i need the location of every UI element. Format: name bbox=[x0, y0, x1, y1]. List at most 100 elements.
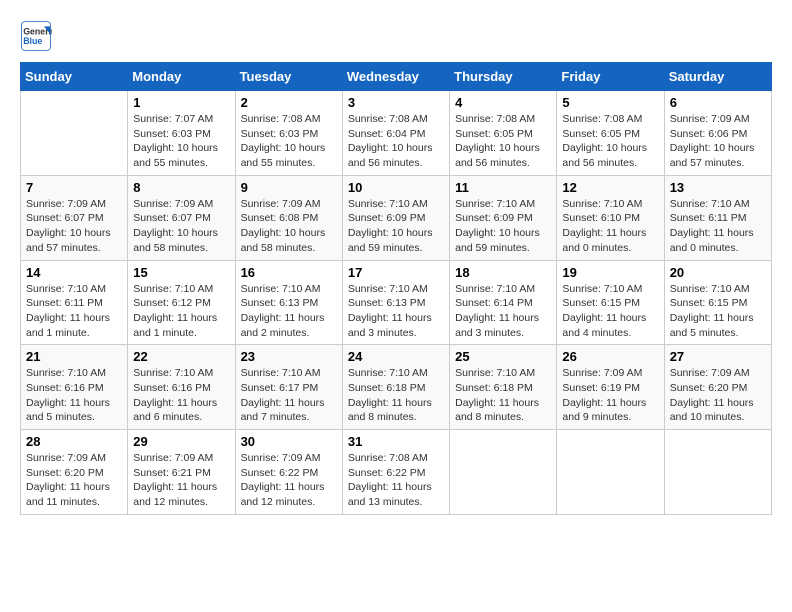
day-number: 24 bbox=[348, 349, 444, 364]
calendar-header-row: SundayMondayTuesdayWednesdayThursdayFrid… bbox=[21, 63, 772, 91]
page-header: General Blue bbox=[20, 20, 772, 52]
day-info: Sunrise: 7:10 AM Sunset: 6:15 PM Dayligh… bbox=[670, 282, 766, 341]
calendar-cell: 20 Sunrise: 7:10 AM Sunset: 6:15 PM Dayli… bbox=[664, 260, 771, 345]
calendar-cell: 22 Sunrise: 7:10 AM Sunset: 6:16 PM Dayli… bbox=[128, 345, 235, 430]
calendar-cell: 5 Sunrise: 7:08 AM Sunset: 6:05 PM Daylig… bbox=[557, 91, 664, 176]
calendar-cell: 25Sunrise: 7:10 AM Sunset: 6:18 PM Dayli… bbox=[450, 345, 557, 430]
day-info: Sunrise: 7:09 AM Sunset: 6:07 PM Dayligh… bbox=[26, 197, 122, 256]
day-info: Sunrise: 7:09 AM Sunset: 6:22 PM Dayligh… bbox=[241, 451, 337, 510]
calendar-cell: 14Sunrise: 7:10 AM Sunset: 6:11 PM Dayli… bbox=[21, 260, 128, 345]
day-number: 19 bbox=[562, 265, 658, 280]
day-info: Sunrise: 7:07 AM Sunset: 6:03 PM Dayligh… bbox=[133, 112, 229, 171]
day-info: Sunrise: 7:10 AM Sunset: 6:09 PM Dayligh… bbox=[348, 197, 444, 256]
calendar-cell: 13 Sunrise: 7:10 AM Sunset: 6:11 PM Dayli… bbox=[664, 175, 771, 260]
day-info: Sunrise: 7:10 AM Sunset: 6:18 PM Dayligh… bbox=[348, 366, 444, 425]
calendar-cell: 21 Sunrise: 7:10 AM Sunset: 6:16 PM Dayli… bbox=[21, 345, 128, 430]
day-info: Sunrise: 7:10 AM Sunset: 6:14 PM Dayligh… bbox=[455, 282, 551, 341]
calendar-cell: 17 Sunrise: 7:10 AM Sunset: 6:13 PM Dayli… bbox=[342, 260, 449, 345]
calendar-week-row: 14Sunrise: 7:10 AM Sunset: 6:11 PM Dayli… bbox=[21, 260, 772, 345]
svg-text:Blue: Blue bbox=[23, 36, 42, 46]
day-number: 17 bbox=[348, 265, 444, 280]
day-info: Sunrise: 7:08 AM Sunset: 6:05 PM Dayligh… bbox=[455, 112, 551, 171]
calendar-week-row: 1 Sunrise: 7:07 AM Sunset: 6:03 PM Daylig… bbox=[21, 91, 772, 176]
weekday-header-saturday: Saturday bbox=[664, 63, 771, 91]
day-info: Sunrise: 7:09 AM Sunset: 6:07 PM Dayligh… bbox=[133, 197, 229, 256]
day-info: Sunrise: 7:10 AM Sunset: 6:17 PM Dayligh… bbox=[241, 366, 337, 425]
calendar-cell: 4 Sunrise: 7:08 AM Sunset: 6:05 PM Daylig… bbox=[450, 91, 557, 176]
day-number: 5 bbox=[562, 95, 658, 110]
day-info: Sunrise: 7:09 AM Sunset: 6:06 PM Dayligh… bbox=[670, 112, 766, 171]
day-number: 4 bbox=[455, 95, 551, 110]
day-number: 23 bbox=[241, 349, 337, 364]
day-number: 13 bbox=[670, 180, 766, 195]
day-info: Sunrise: 7:10 AM Sunset: 6:16 PM Dayligh… bbox=[133, 366, 229, 425]
weekday-header-sunday: Sunday bbox=[21, 63, 128, 91]
calendar-week-row: 28 Sunrise: 7:09 AM Sunset: 6:20 PM Dayli… bbox=[21, 430, 772, 515]
day-number: 28 bbox=[26, 434, 122, 449]
day-number: 10 bbox=[348, 180, 444, 195]
calendar-cell bbox=[664, 430, 771, 515]
calendar-cell: 11 Sunrise: 7:10 AM Sunset: 6:09 PM Dayli… bbox=[450, 175, 557, 260]
calendar-week-row: 21 Sunrise: 7:10 AM Sunset: 6:16 PM Dayli… bbox=[21, 345, 772, 430]
day-number: 21 bbox=[26, 349, 122, 364]
weekday-header-friday: Friday bbox=[557, 63, 664, 91]
calendar-cell: 18 Sunrise: 7:10 AM Sunset: 6:14 PM Dayli… bbox=[450, 260, 557, 345]
calendar-cell: 31 Sunrise: 7:08 AM Sunset: 6:22 PM Dayli… bbox=[342, 430, 449, 515]
day-info: Sunrise: 7:09 AM Sunset: 6:19 PM Dayligh… bbox=[562, 366, 658, 425]
day-number: 3 bbox=[348, 95, 444, 110]
calendar-cell: 12 Sunrise: 7:10 AM Sunset: 6:10 PM Dayli… bbox=[557, 175, 664, 260]
day-info: Sunrise: 7:10 AM Sunset: 6:13 PM Dayligh… bbox=[241, 282, 337, 341]
day-info: Sunrise: 7:10 AM Sunset: 6:16 PM Dayligh… bbox=[26, 366, 122, 425]
day-number: 29 bbox=[133, 434, 229, 449]
day-info: Sunrise: 7:10 AM Sunset: 6:10 PM Dayligh… bbox=[562, 197, 658, 256]
day-number: 31 bbox=[348, 434, 444, 449]
calendar-cell: 1 Sunrise: 7:07 AM Sunset: 6:03 PM Daylig… bbox=[128, 91, 235, 176]
logo-icon: General Blue bbox=[20, 20, 52, 52]
weekday-header-monday: Monday bbox=[128, 63, 235, 91]
calendar-table: SundayMondayTuesdayWednesdayThursdayFrid… bbox=[20, 62, 772, 515]
calendar-cell: 16 Sunrise: 7:10 AM Sunset: 6:13 PM Dayli… bbox=[235, 260, 342, 345]
day-info: Sunrise: 7:08 AM Sunset: 6:22 PM Dayligh… bbox=[348, 451, 444, 510]
day-number: 1 bbox=[133, 95, 229, 110]
day-number: 22 bbox=[133, 349, 229, 364]
day-info: Sunrise: 7:08 AM Sunset: 6:03 PM Dayligh… bbox=[241, 112, 337, 171]
calendar-cell: 23 Sunrise: 7:10 AM Sunset: 6:17 PM Dayli… bbox=[235, 345, 342, 430]
day-number: 18 bbox=[455, 265, 551, 280]
calendar-cell: 28 Sunrise: 7:09 AM Sunset: 6:20 PM Dayli… bbox=[21, 430, 128, 515]
calendar-cell: 7Sunrise: 7:09 AM Sunset: 6:07 PM Daylig… bbox=[21, 175, 128, 260]
calendar-cell: 6Sunrise: 7:09 AM Sunset: 6:06 PM Daylig… bbox=[664, 91, 771, 176]
day-info: Sunrise: 7:09 AM Sunset: 6:20 PM Dayligh… bbox=[26, 451, 122, 510]
day-info: Sunrise: 7:08 AM Sunset: 6:04 PM Dayligh… bbox=[348, 112, 444, 171]
day-info: Sunrise: 7:10 AM Sunset: 6:13 PM Dayligh… bbox=[348, 282, 444, 341]
calendar-cell bbox=[450, 430, 557, 515]
calendar-cell bbox=[21, 91, 128, 176]
calendar-cell: 19Sunrise: 7:10 AM Sunset: 6:15 PM Dayli… bbox=[557, 260, 664, 345]
day-number: 11 bbox=[455, 180, 551, 195]
calendar-cell: 3 Sunrise: 7:08 AM Sunset: 6:04 PM Daylig… bbox=[342, 91, 449, 176]
day-number: 8 bbox=[133, 180, 229, 195]
calendar-cell: 24 Sunrise: 7:10 AM Sunset: 6:18 PM Dayli… bbox=[342, 345, 449, 430]
day-info: Sunrise: 7:09 AM Sunset: 6:21 PM Dayligh… bbox=[133, 451, 229, 510]
day-number: 14 bbox=[26, 265, 122, 280]
day-number: 9 bbox=[241, 180, 337, 195]
calendar-cell: 30Sunrise: 7:09 AM Sunset: 6:22 PM Dayli… bbox=[235, 430, 342, 515]
calendar-cell: 2 Sunrise: 7:08 AM Sunset: 6:03 PM Daylig… bbox=[235, 91, 342, 176]
day-info: Sunrise: 7:10 AM Sunset: 6:09 PM Dayligh… bbox=[455, 197, 551, 256]
calendar-week-row: 7Sunrise: 7:09 AM Sunset: 6:07 PM Daylig… bbox=[21, 175, 772, 260]
day-number: 15 bbox=[133, 265, 229, 280]
day-info: Sunrise: 7:10 AM Sunset: 6:18 PM Dayligh… bbox=[455, 366, 551, 425]
calendar-cell bbox=[557, 430, 664, 515]
calendar-cell: 9 Sunrise: 7:09 AM Sunset: 6:08 PM Daylig… bbox=[235, 175, 342, 260]
day-info: Sunrise: 7:09 AM Sunset: 6:20 PM Dayligh… bbox=[670, 366, 766, 425]
day-number: 12 bbox=[562, 180, 658, 195]
day-number: 16 bbox=[241, 265, 337, 280]
day-number: 20 bbox=[670, 265, 766, 280]
day-number: 2 bbox=[241, 95, 337, 110]
calendar-cell: 27Sunrise: 7:09 AM Sunset: 6:20 PM Dayli… bbox=[664, 345, 771, 430]
weekday-header-tuesday: Tuesday bbox=[235, 63, 342, 91]
day-info: Sunrise: 7:10 AM Sunset: 6:11 PM Dayligh… bbox=[670, 197, 766, 256]
day-info: Sunrise: 7:09 AM Sunset: 6:08 PM Dayligh… bbox=[241, 197, 337, 256]
calendar-cell: 8 Sunrise: 7:09 AM Sunset: 6:07 PM Daylig… bbox=[128, 175, 235, 260]
day-number: 26 bbox=[562, 349, 658, 364]
day-info: Sunrise: 7:08 AM Sunset: 6:05 PM Dayligh… bbox=[562, 112, 658, 171]
